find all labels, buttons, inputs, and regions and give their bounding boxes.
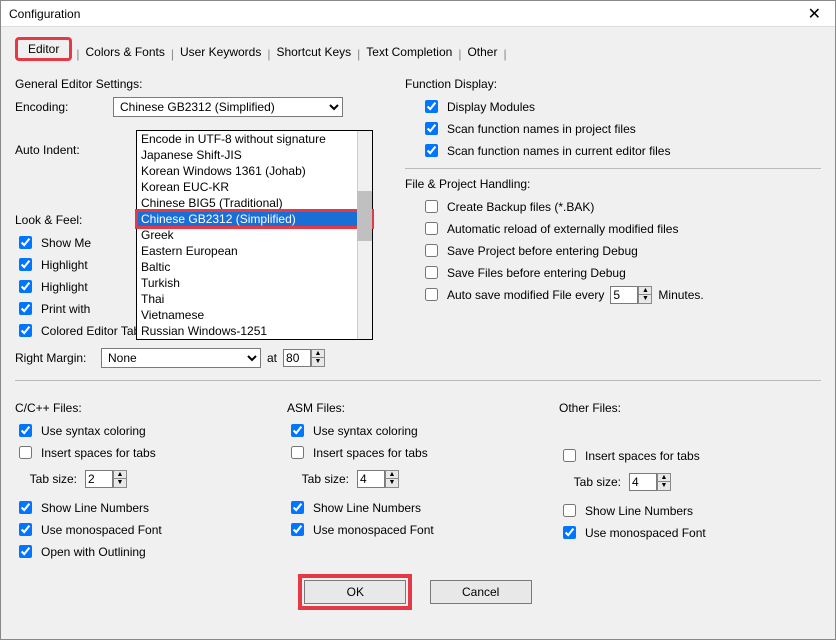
chevron-up-icon[interactable]: ▲: [312, 350, 324, 358]
encoding-option[interactable]: Korean EUC-KR: [137, 179, 372, 195]
cc-line-numbers-checkbox[interactable]: Show Line Numbers: [15, 498, 277, 517]
titlebar: Configuration ✕: [1, 1, 835, 27]
asm-tab-size-label: Tab size:: [287, 472, 349, 486]
general-editor-label: General Editor Settings:: [15, 77, 395, 91]
tab-colors-fonts[interactable]: Colors & Fonts: [81, 43, 168, 61]
auto-reload-checkbox[interactable]: Automatic reload of externally modified …: [421, 219, 821, 238]
encoding-label: Encoding:: [15, 100, 107, 114]
other-files-col: Other Files: Insert spaces for tabs Tab …: [559, 393, 821, 564]
auto-indent-label: Auto Indent:: [15, 143, 107, 157]
at-label: at: [267, 351, 277, 365]
scrollbar-thumb[interactable]: [357, 191, 372, 241]
encoding-option-selected[interactable]: Chinese GB2312 (Simplified): [137, 211, 372, 227]
encoding-option[interactable]: Thai: [137, 291, 372, 307]
create-backup-checkbox[interactable]: Create Backup files (*.BAK): [421, 197, 821, 216]
encoding-option[interactable]: Vietnamese: [137, 307, 372, 323]
encoding-option[interactable]: Greek: [137, 227, 372, 243]
chevron-up-icon[interactable]: ▲: [639, 287, 651, 295]
asm-tab-size-spinner[interactable]: ▲▼: [357, 470, 399, 488]
encoding-option[interactable]: Japanese Shift-JIS: [137, 147, 372, 163]
tabs: Editor | Colors & Fonts | User Keywords …: [1, 27, 835, 61]
other-tab-size-spinner[interactable]: ▲▼: [629, 473, 671, 491]
encoding-option[interactable]: Turkish: [137, 275, 372, 291]
other-monospaced-checkbox[interactable]: Use monospaced Font: [559, 523, 821, 542]
other-tab-size-label: Tab size:: [559, 475, 621, 489]
file-columns: C/C++ Files: Use syntax coloring Insert …: [1, 389, 835, 568]
other-spaces-checkbox[interactable]: Insert spaces for tabs: [559, 446, 821, 465]
encoding-option[interactable]: Russian Windows-1251: [137, 323, 372, 339]
display-modules-checkbox[interactable]: Display Modules: [421, 97, 821, 116]
cancel-button[interactable]: Cancel: [430, 580, 532, 604]
cc-monospaced-checkbox[interactable]: Use monospaced Font: [15, 520, 277, 539]
cc-files-col: C/C++ Files: Use syntax coloring Insert …: [15, 393, 277, 564]
cc-outlining-checkbox[interactable]: Open with Outlining: [15, 542, 277, 561]
encoding-option[interactable]: Chinese BIG5 (Traditional): [137, 195, 372, 211]
auto-save-checkbox[interactable]: Auto save modified File every ▲▼ Minutes…: [421, 285, 821, 304]
cc-spaces-checkbox[interactable]: Insert spaces for tabs: [15, 443, 277, 462]
asm-spaces-checkbox[interactable]: Insert spaces for tabs: [287, 443, 549, 462]
ok-button[interactable]: OK: [304, 580, 406, 604]
save-files-checkbox[interactable]: Save Files before entering Debug: [421, 263, 821, 282]
asm-files-label: ASM Files:: [287, 401, 549, 415]
encoding-option[interactable]: Baltic: [137, 259, 372, 275]
tab-shortcut-keys[interactable]: Shortcut Keys: [272, 43, 355, 61]
close-icon[interactable]: ✕: [802, 4, 827, 24]
asm-line-numbers-checkbox[interactable]: Show Line Numbers: [287, 498, 549, 517]
chevron-down-icon[interactable]: ▼: [639, 295, 651, 303]
other-line-numbers-checkbox[interactable]: Show Line Numbers: [559, 501, 821, 520]
encoding-select[interactable]: Chinese GB2312 (Simplified): [113, 97, 343, 117]
function-display-label: Function Display:: [405, 77, 821, 91]
tab-other[interactable]: Other: [463, 43, 501, 61]
window-title: Configuration: [9, 7, 802, 21]
asm-monospaced-checkbox[interactable]: Use monospaced Font: [287, 520, 549, 539]
right-margin-label: Right Margin:: [15, 351, 95, 365]
scrollbar[interactable]: [357, 131, 372, 339]
scan-editor-checkbox[interactable]: Scan function names in current editor fi…: [421, 141, 821, 160]
chevron-down-icon[interactable]: ▼: [312, 358, 324, 366]
cc-syntax-checkbox[interactable]: Use syntax coloring: [15, 421, 277, 440]
config-window: Configuration ✕ Editor | Colors & Fonts …: [0, 0, 836, 640]
asm-files-col: ASM Files: Use syntax coloring Insert sp…: [287, 393, 549, 564]
encoding-option[interactable]: Eastern European: [137, 243, 372, 259]
other-files-label: Other Files:: [559, 401, 821, 415]
save-project-checkbox[interactable]: Save Project before entering Debug: [421, 241, 821, 260]
scan-project-checkbox[interactable]: Scan function names in project files: [421, 119, 821, 138]
right-panel: Function Display: Display Modules Scan f…: [405, 69, 821, 372]
cc-files-label: C/C++ Files:: [15, 401, 277, 415]
main-content: General Editor Settings: Encoding: Chine…: [1, 61, 835, 372]
right-margin-select[interactable]: None: [101, 348, 261, 368]
cc-tab-size-spinner[interactable]: ▲▼: [85, 470, 127, 488]
file-project-label: File & Project Handling:: [405, 177, 821, 191]
auto-save-spinner[interactable]: ▲▼: [610, 286, 652, 304]
encoding-dropdown[interactable]: Encode in UTF-8 without signature Japane…: [136, 130, 373, 340]
button-row: OK Cancel: [1, 568, 835, 616]
asm-syntax-checkbox[interactable]: Use syntax coloring: [287, 421, 549, 440]
tab-user-keywords[interactable]: User Keywords: [176, 43, 265, 61]
tab-editor[interactable]: Editor: [15, 37, 72, 61]
at-spinner[interactable]: ▲▼: [283, 349, 325, 367]
encoding-option[interactable]: Encode in UTF-8 without signature: [137, 131, 372, 147]
cc-tab-size-label: Tab size:: [15, 472, 77, 486]
encoding-option[interactable]: Korean Windows 1361 (Johab): [137, 163, 372, 179]
tab-text-completion[interactable]: Text Completion: [362, 43, 456, 61]
